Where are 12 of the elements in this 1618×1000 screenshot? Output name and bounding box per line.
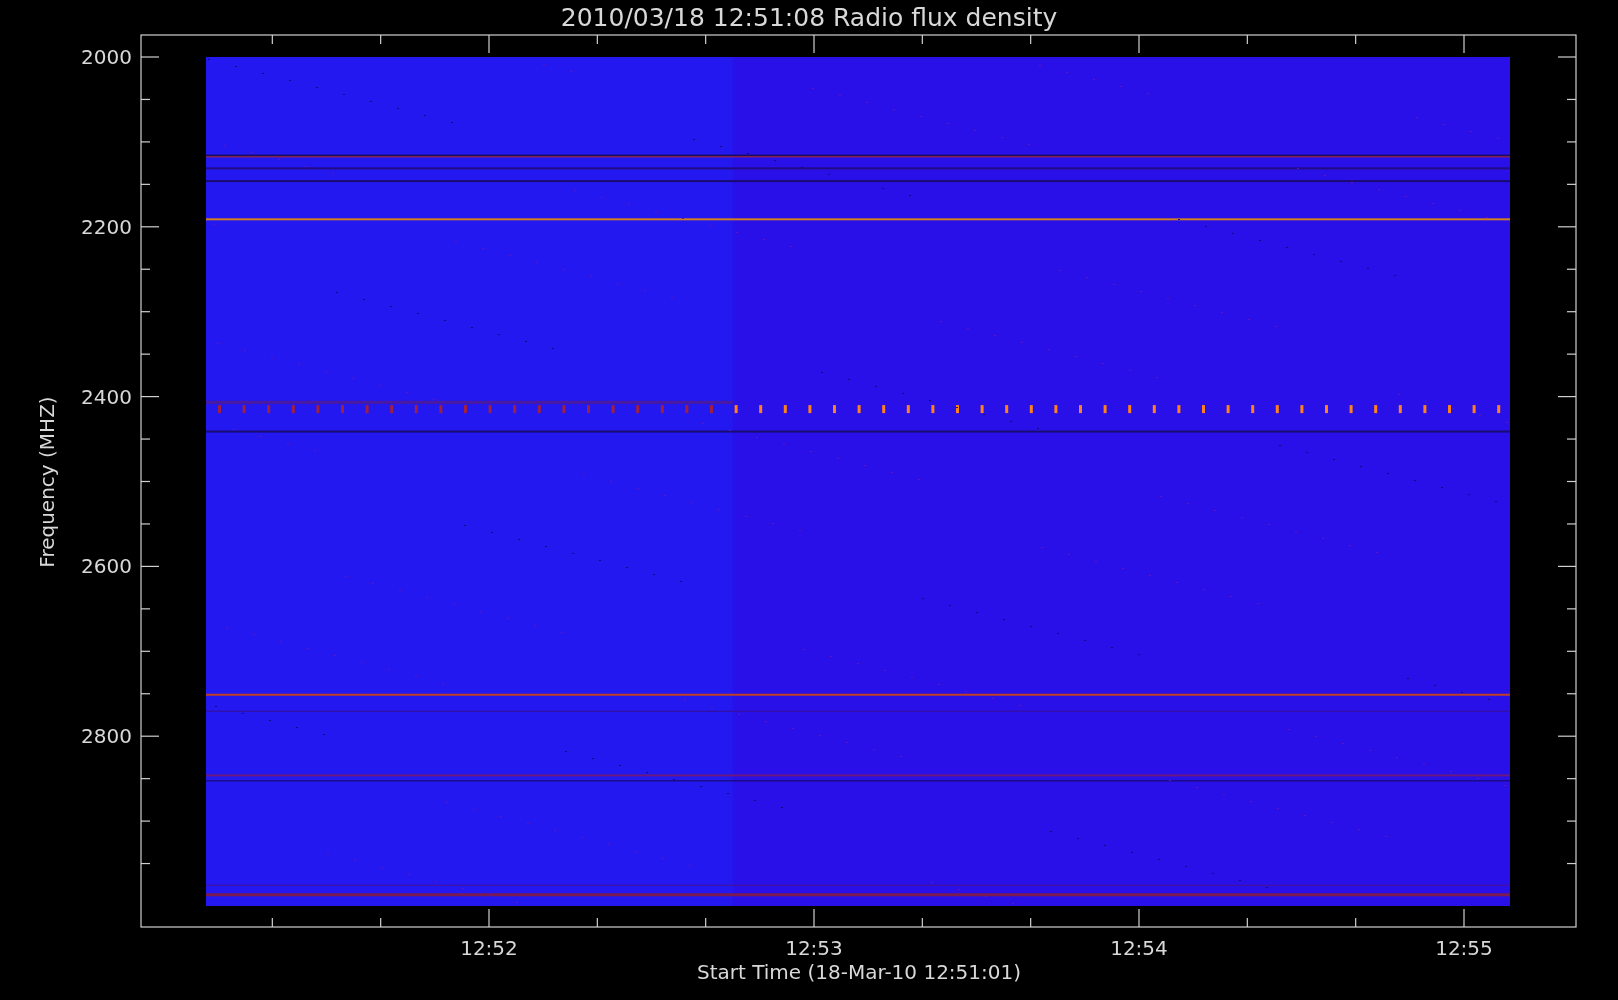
y-tick-label: 2600 <box>81 554 132 579</box>
y-tick-label: 2000 <box>81 45 132 69</box>
x-tick-label: 12:54 <box>1110 936 1168 960</box>
x-tick-label: 12:53 <box>785 936 843 960</box>
x-axis-label: Start Time (18-Mar-10 12:51:01) <box>696 960 1022 984</box>
y-axis-label: Frequency (MHZ) <box>35 396 59 568</box>
y-tick-label: 2800 <box>81 724 132 749</box>
x-tick-label: 12:52 <box>460 936 518 960</box>
x-tick-label: 12:55 <box>1435 936 1493 960</box>
y-tick-label: 2400 <box>81 384 132 409</box>
y-tick-label: 2200 <box>81 214 132 239</box>
chart-title: 2010/03/18 12:51:08 Radio flux density <box>560 3 1058 32</box>
